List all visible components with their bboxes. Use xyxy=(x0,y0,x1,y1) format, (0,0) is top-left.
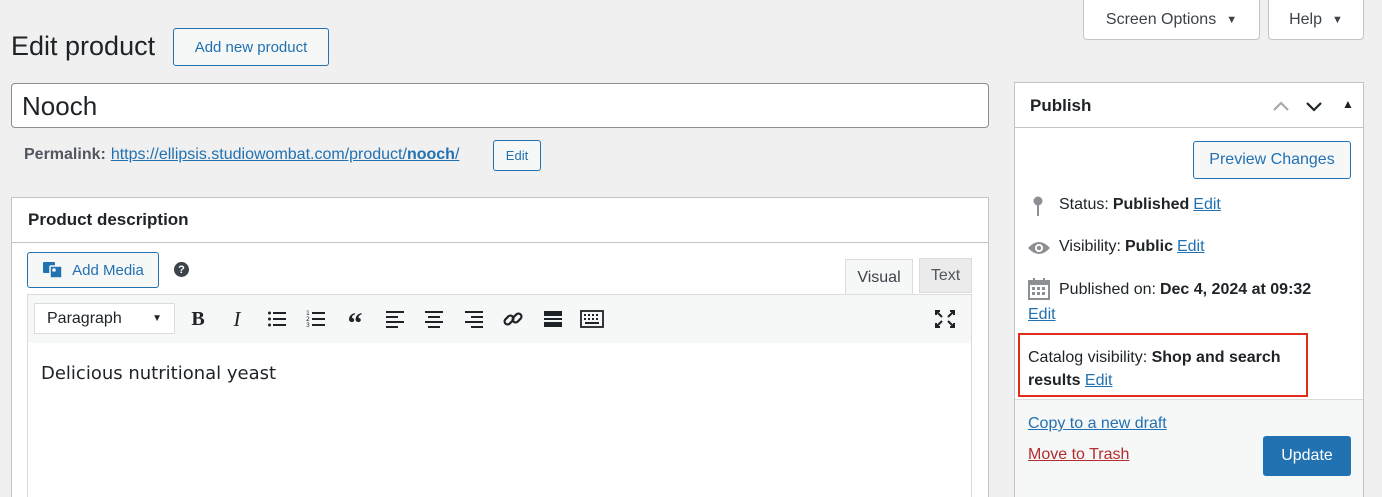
permalink-slug: nooch xyxy=(406,146,455,163)
editor-text: Delicious nutritional yeast xyxy=(41,363,277,384)
blockquote-icon[interactable]: “ xyxy=(343,307,367,340)
status-edit-link[interactable]: Edit xyxy=(1193,196,1221,214)
permalink-link[interactable]: https://ellipsis.studiowombat.com/produc… xyxy=(111,146,460,164)
align-center-icon[interactable] xyxy=(422,308,446,330)
permalink-tail: / xyxy=(454,146,460,163)
bold-icon[interactable]: B xyxy=(186,308,210,330)
visibility-edit-link[interactable]: Edit xyxy=(1177,238,1205,256)
description-header-divider xyxy=(12,242,988,243)
media-icon xyxy=(43,262,63,279)
help-icon-glyph: ? xyxy=(178,263,185,276)
caret-down-icon: ▼ xyxy=(152,313,162,324)
italic-icon[interactable]: I xyxy=(225,307,249,331)
visibility-row: Visibility: Public Edit xyxy=(1059,238,1205,256)
add-media-label: Add Media xyxy=(72,261,144,279)
permalink-label: Permalink: xyxy=(24,146,106,163)
product-description-heading: Product description xyxy=(28,210,189,229)
catalog-label: Catalog visibility: xyxy=(1028,349,1148,366)
catalog-value-2: results xyxy=(1028,372,1081,389)
move-down-icon[interactable] xyxy=(1304,96,1326,116)
caret-down-icon: ▼ xyxy=(1332,13,1343,26)
status-row: Status: Published Edit xyxy=(1059,196,1221,214)
published-label: Published on: xyxy=(1059,281,1156,298)
toolbar-toggle-icon[interactable] xyxy=(580,308,604,330)
visibility-label: Visibility: xyxy=(1059,238,1121,255)
catalog-edit-link[interactable]: Edit xyxy=(1085,372,1113,389)
catalog-visibility-row: Catalog visibility: Shop and search resu… xyxy=(1028,346,1303,392)
help-label: Help xyxy=(1289,10,1322,28)
published-edit-link[interactable]: Edit xyxy=(1028,306,1056,324)
page-title: Edit product xyxy=(11,31,156,61)
add-media-button[interactable]: Add Media xyxy=(27,252,159,288)
update-label: Update xyxy=(1281,447,1333,464)
numbered-list-icon[interactable]: 123 xyxy=(304,308,328,330)
pin-icon xyxy=(1031,196,1045,223)
product-title-value: Nooch xyxy=(22,91,98,121)
preview-changes-button[interactable]: Preview Changes xyxy=(1193,141,1351,179)
calendar-icon xyxy=(1028,278,1050,305)
tab-text-label: Text xyxy=(930,266,961,284)
help-icon[interactable]: ? xyxy=(174,262,189,277)
move-to-trash-link[interactable]: Move to Trash xyxy=(1028,446,1129,464)
permalink: Permalink: https://ellipsis.studiowombat… xyxy=(24,146,459,164)
add-new-product-button[interactable]: Add new product xyxy=(173,28,329,66)
visibility-value: Public xyxy=(1124,238,1173,255)
product-title-input[interactable]: Nooch xyxy=(11,83,989,128)
status-label: Status: xyxy=(1059,196,1109,213)
status-value: Published xyxy=(1112,196,1190,213)
catalog-value-1: Shop and search xyxy=(1151,349,1281,366)
read-more-icon[interactable] xyxy=(541,308,565,330)
screen-options-label: Screen Options xyxy=(1105,10,1217,28)
format-select[interactable]: Paragraph ▼ xyxy=(34,303,175,334)
published-value: Dec 4, 2024 at 09:32 xyxy=(1159,281,1312,298)
update-button[interactable]: Update xyxy=(1263,436,1351,476)
link-icon[interactable] xyxy=(501,308,525,330)
bullet-list-icon[interactable] xyxy=(265,308,289,330)
published-on-row: Published on: Dec 4, 2024 at 09:32 xyxy=(1059,281,1311,299)
permalink-base: https://ellipsis.studiowombat.com/produc… xyxy=(110,146,407,163)
tab-text[interactable]: Text xyxy=(919,258,972,293)
tab-visual[interactable]: Visual xyxy=(845,259,913,295)
caret-down-icon: ▼ xyxy=(1226,13,1238,26)
svg-text:3: 3 xyxy=(306,322,310,328)
publish-heading: Publish xyxy=(1030,96,1092,115)
align-left-icon[interactable] xyxy=(383,308,407,330)
format-select-value: Paragraph xyxy=(47,309,122,327)
tab-visual-label: Visual xyxy=(857,268,901,286)
fullscreen-icon[interactable] xyxy=(933,308,957,330)
eye-icon xyxy=(1027,240,1051,261)
screen-options-button[interactable]: Screen Options ▼ xyxy=(1083,0,1260,40)
collapse-toggle-icon[interactable]: ▲ xyxy=(1342,97,1354,111)
move-up-icon[interactable] xyxy=(1271,96,1293,116)
help-button[interactable]: Help ▼ xyxy=(1268,0,1364,40)
align-right-icon[interactable] xyxy=(462,308,486,330)
permalink-edit-button[interactable]: Edit xyxy=(493,140,541,171)
copy-draft-link[interactable]: Copy to a new draft xyxy=(1028,415,1167,433)
editor-content-area[interactable]: Delicious nutritional yeast xyxy=(27,343,972,497)
publish-header-divider xyxy=(1015,127,1363,128)
